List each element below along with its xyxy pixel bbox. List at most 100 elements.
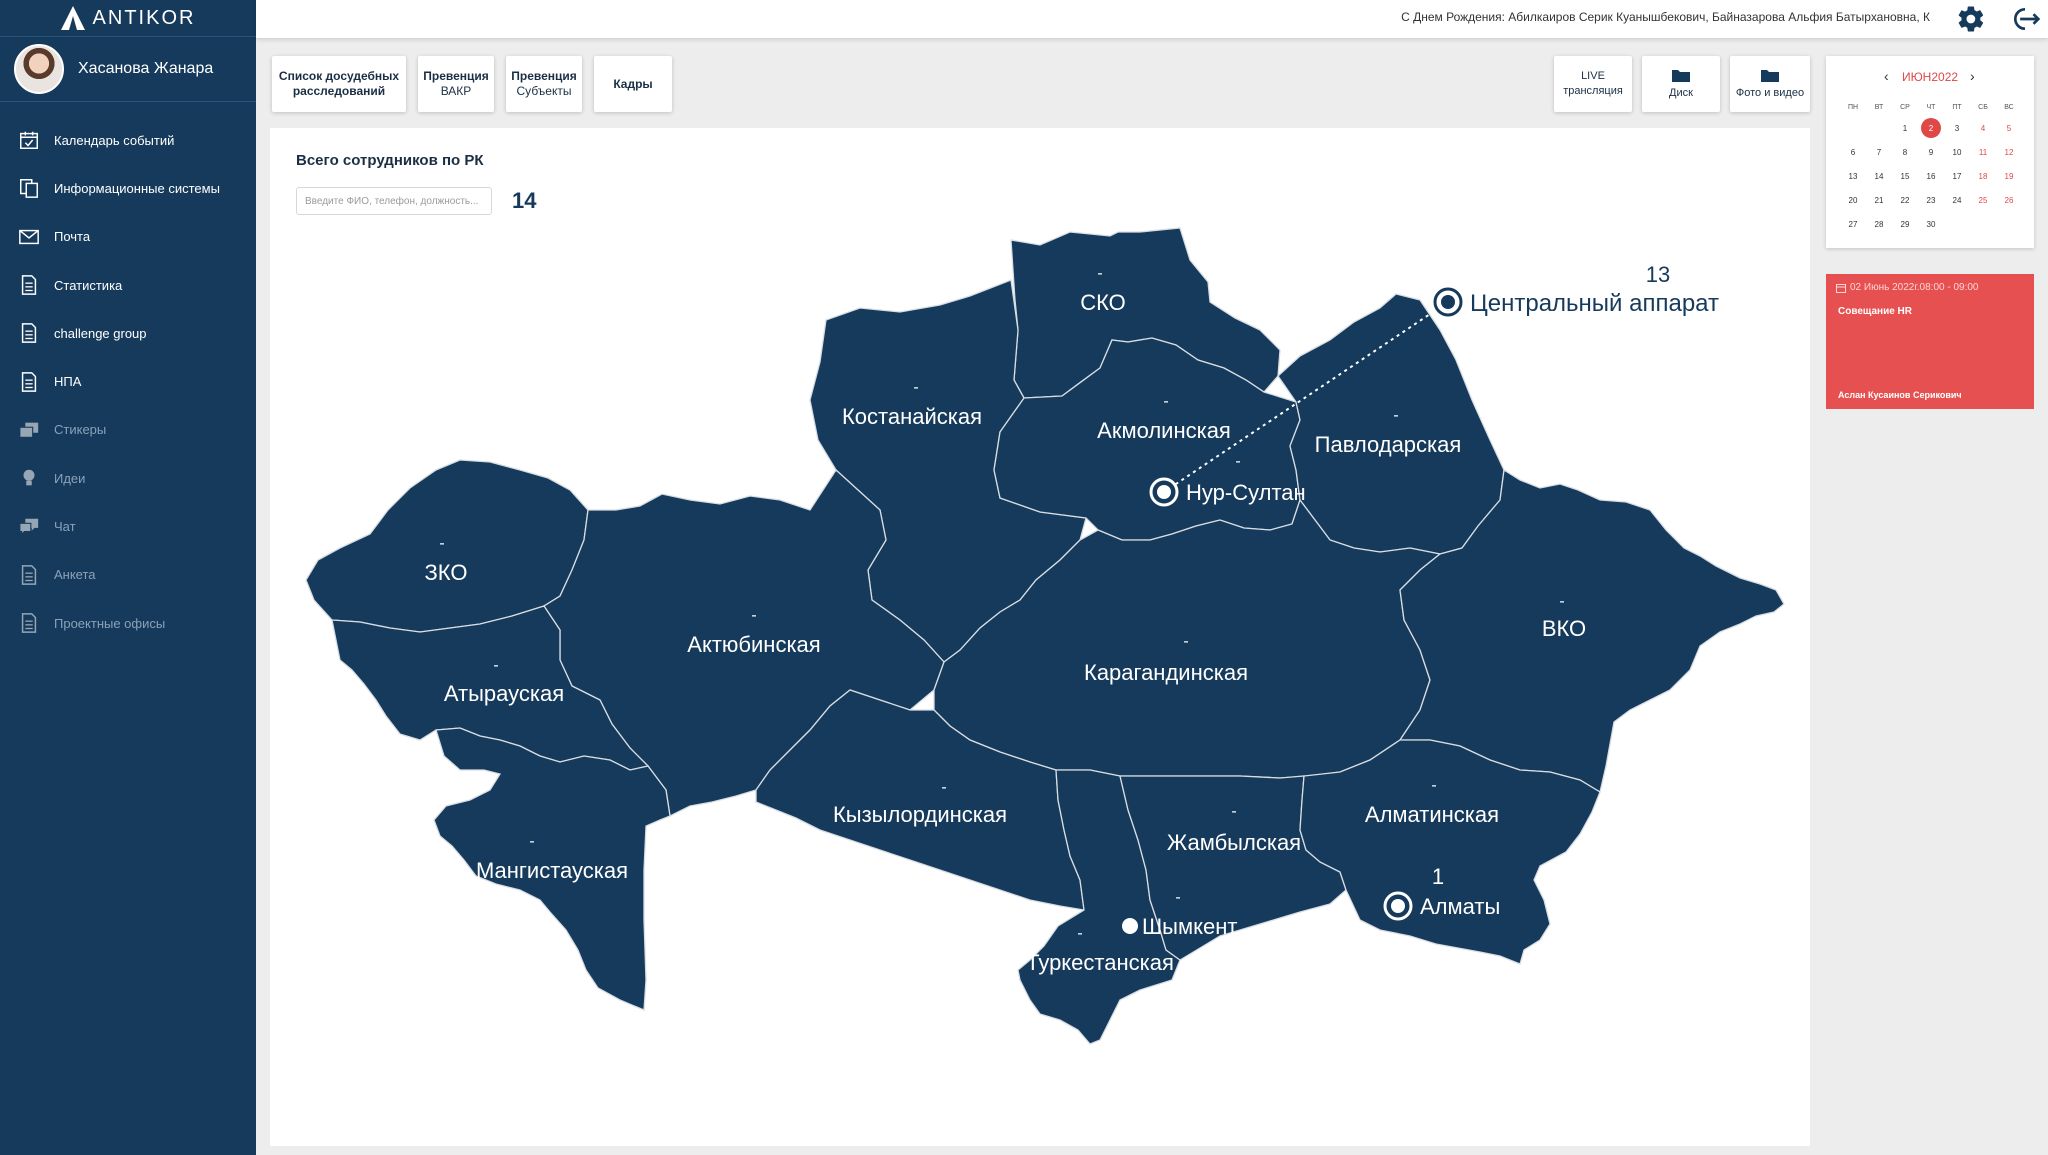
calendar-day[interactable]: 15	[1892, 164, 1918, 188]
calendar-day[interactable]: 16	[1918, 164, 1944, 188]
calendar-day[interactable]: 25	[1970, 188, 1996, 212]
calendar-day[interactable]: 13	[1840, 164, 1866, 188]
calendar-day-number: 15	[1900, 171, 1910, 181]
calendar-day[interactable]: 4	[1970, 116, 1996, 140]
app-logo[interactable]: ANTIKOR	[0, 0, 256, 36]
city-value: -	[1175, 889, 1180, 906]
calendar-day[interactable]: 2	[1918, 116, 1944, 140]
calendar-icon	[20, 131, 38, 150]
region-value: -	[1163, 393, 1168, 410]
tab-investigations-list[interactable]: Список досудебных расследований	[272, 56, 406, 112]
tab-prevention-vakr[interactable]: Превенция ВАКР	[418, 56, 494, 112]
sidebar-item-statistics[interactable]: Статистика	[0, 261, 256, 309]
photo-video-button[interactable]: Фото и видео	[1730, 56, 1810, 112]
calendar-weekday: ВС	[2004, 103, 2014, 111]
calendar-day-number: 7	[1876, 147, 1882, 157]
calendar-day[interactable]: 14	[1866, 164, 1892, 188]
calendar-day[interactable]: 12	[1996, 140, 2022, 164]
document-icon	[21, 275, 37, 295]
event-time: 02 Июнь 2022г.08:00 - 09:00	[1836, 282, 1979, 293]
region-value: -	[1559, 593, 1564, 610]
user-profile[interactable]: Хасанова Жанара	[0, 36, 256, 102]
sidebar-item-questionnaire[interactable]: Анкета	[0, 551, 256, 599]
calendar-day[interactable]: 23	[1918, 188, 1944, 212]
region-value: -	[439, 535, 444, 552]
calendar-day[interactable]: 9	[1918, 140, 1944, 164]
calendar-day-number: 8	[1902, 147, 1908, 157]
calendar-weekday: ПН	[1847, 103, 1859, 111]
sidebar-item-label: НПА	[54, 374, 82, 390]
disk-button[interactable]: Диск	[1642, 56, 1720, 112]
search-input[interactable]	[296, 187, 492, 215]
city-marker-dot	[1441, 295, 1455, 309]
calendar-day[interactable]: 22	[1892, 188, 1918, 212]
calendar-day-number: 23	[1926, 195, 1936, 205]
city-value: 13	[1646, 262, 1670, 287]
region-label: Туркестанская	[1026, 950, 1174, 975]
calendar-day[interactable]: 24	[1944, 188, 1970, 212]
page-title: Всего сотрудников по РК	[296, 152, 484, 169]
city-marker-dot	[1391, 899, 1405, 913]
calendar-day[interactable]: 1	[1892, 116, 1918, 140]
tab-label: Кадры	[613, 76, 653, 91]
calendar-day[interactable]: 28	[1866, 212, 1892, 236]
calendar-day-number: 25	[1978, 195, 1988, 205]
region-value: -	[1393, 407, 1398, 424]
calendar-day[interactable]: 30	[1918, 212, 1944, 236]
calendar-day-number: 9	[1928, 147, 1934, 157]
calendar-day[interactable]: 29	[1892, 212, 1918, 236]
sidebar-item-label: Календарь событий	[54, 132, 175, 148]
calendar-day[interactable]: 21	[1866, 188, 1892, 212]
calendar-day[interactable]: 8	[1892, 140, 1918, 164]
calendar-day[interactable]: 27	[1840, 212, 1866, 236]
sidebar-item-stickers[interactable]: Стикеры	[0, 406, 256, 454]
gear-icon[interactable]	[1956, 4, 1986, 34]
city-label: Нур-Султан	[1186, 480, 1306, 505]
calendar-day[interactable]: 19	[1996, 164, 2022, 188]
region-value: -	[1077, 925, 1082, 942]
sidebar-item-info-systems[interactable]: Информационные системы	[0, 164, 256, 212]
tab-prevention-subjects[interactable]: Превенция Субъекты	[506, 56, 582, 112]
calendar-day	[1944, 212, 1970, 236]
sidebar: ANTIKOR Хасанова Жанара Календарь событи…	[0, 0, 256, 1155]
city-label: Шымкент	[1142, 914, 1237, 939]
calendar-weekday: ВТ	[1874, 103, 1884, 111]
tab-personnel[interactable]: Кадры	[594, 56, 672, 112]
calendar-day[interactable]: 18	[1970, 164, 1996, 188]
calendar-day[interactable]: 7	[1866, 140, 1892, 164]
sidebar-item-calendar[interactable]: Календарь событий	[0, 116, 256, 164]
calendar-day[interactable]: 26	[1996, 188, 2022, 212]
sidebar-item-label: Стикеры	[54, 422, 107, 438]
sidebar-item-label: Почта	[54, 229, 91, 245]
region-almaty[interactable]	[1299, 739, 1601, 965]
calendar-day[interactable]: 20	[1840, 188, 1866, 212]
sidebar-item-ideas[interactable]: Идеи	[0, 454, 256, 502]
region-label: Павлодарская	[1315, 432, 1462, 457]
sidebar-item-npa[interactable]: НПА	[0, 357, 256, 405]
calendar-day[interactable]: 10	[1944, 140, 1970, 164]
main-panel: - СКО - Костанайская - Акмолинская - Пав…	[270, 128, 1810, 1146]
sidebar-item-challenge-group[interactable]: challenge group	[0, 309, 256, 357]
calendar-grid: ПН ВТ СР ЧТ ПТ СБ ВС 1 2 3 4 5 6 7 8 9 10 11 12 13 14 15 16 17 1…	[1840, 98, 2024, 236]
calendar-day[interactable]: 11	[1970, 140, 1996, 164]
calendar-day[interactable]: 17	[1944, 164, 1970, 188]
calendar-day-number: 6	[1850, 147, 1856, 157]
tab-label: Список досудебных	[278, 69, 400, 83]
sidebar-item-project-offices[interactable]: Проектные офисы	[0, 599, 256, 647]
city-central-apparatus[interactable]: 13 Центральный аппарат	[1433, 262, 1719, 317]
calendar-day[interactable]: 6	[1840, 140, 1866, 164]
region-label: Костанайская	[842, 404, 982, 429]
tab-label: расследований	[292, 84, 386, 98]
calendar-day[interactable]: 5	[1996, 116, 2022, 140]
chevron-right-icon[interactable]: ›	[1970, 68, 1975, 84]
sidebar-item-chat[interactable]: Чат	[0, 502, 256, 550]
folder-icon	[1761, 69, 1779, 82]
calendar-day[interactable]: 3	[1944, 116, 1970, 140]
sidebar-item-mail[interactable]: Почта	[0, 213, 256, 261]
event-card[interactable]: 02 Июнь 2022г.08:00 - 09:00 Совещание HR…	[1826, 274, 2034, 409]
region-label: Алматинская	[1365, 802, 1499, 827]
logout-icon[interactable]	[2008, 4, 2042, 34]
calendar-day-number: 19	[2004, 171, 2014, 181]
live-stream-button[interactable]: LIVE трансляция	[1554, 56, 1632, 112]
region-label: ВКО	[1542, 616, 1586, 641]
